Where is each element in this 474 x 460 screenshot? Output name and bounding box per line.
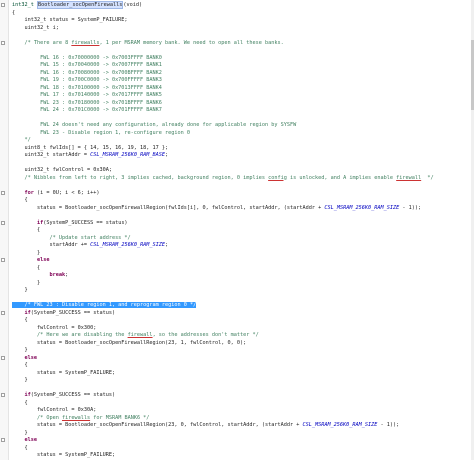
code-token: FWL 18 : 0x70100000 -> 0x7013FFFF BANK4	[12, 84, 162, 91]
code-token: status = Bootloader_socOpenFirewallRegio…	[12, 422, 303, 428]
code-token: }	[12, 287, 28, 293]
code-token: /* There are 8	[12, 39, 72, 46]
code-token: else	[12, 257, 50, 263]
code-token: (SystemP_SUCCESS == status)	[43, 219, 128, 226]
fold-toggle-icon[interactable]	[1, 355, 5, 360]
code-token: ;	[165, 242, 169, 248]
code-token: (i = 0U; i < 6; i++)	[33, 189, 100, 196]
code-token: uint32_t startAddr =	[12, 152, 91, 158]
code-token: uint32_t i;	[12, 24, 59, 31]
code-token: FWL 15 : 0x70040000 -> 0x7007FFFF BANK1	[12, 62, 162, 68]
code-token: FWL 16 : 0x70080000 -> 0x700BFFFF BANK2	[12, 69, 162, 76]
code-token: FWL 17 : 0x70140000 -> 0x7017FFFF BANK5	[12, 92, 162, 98]
code-token: for MSRAM BANK6 */	[90, 414, 150, 421]
code-token: - 1));	[377, 422, 400, 428]
code-token: uint32_t fwlControl = 0x30A;	[12, 167, 112, 173]
code-token: firewall	[396, 174, 422, 181]
code-token: int32_t status = SystemP_FAILURE;	[12, 17, 128, 23]
code-token: (SystemP_SUCCESS == status)	[30, 392, 116, 398]
code-token: , so the addresses don't matter */	[152, 332, 259, 338]
code-token: FWL 24 : 0x701C0000 -> 0x701FFFFF BANK7	[12, 107, 162, 113]
code-token: for	[12, 189, 34, 196]
code-token: FWL 23 : 0x70180000 -> 0x701BFFFF BANK6	[12, 99, 162, 106]
fold-toggle-icon[interactable]	[1, 190, 5, 195]
code-token: }	[12, 279, 41, 286]
code-token: firewalls	[71, 39, 100, 46]
code-token: {	[12, 362, 28, 368]
code-token: config	[268, 174, 287, 181]
code-token: CSL_MSRAM_256K0_RAM_BASE	[90, 152, 166, 158]
code-token: else	[12, 437, 37, 443]
code-token: is unlocked, and A implies enable	[286, 174, 397, 181]
code-token: (SystemP_SUCCESS == status)	[30, 309, 116, 316]
code-token: else	[12, 354, 37, 361]
code-token: }	[12, 347, 28, 353]
code-token: (void)	[123, 2, 143, 8]
code-token: /* Open	[12, 414, 62, 421]
fold-toggle-icon[interactable]	[1, 310, 5, 315]
code-token: CSL_MSRAM_256K0_RAM_SIZE	[90, 242, 166, 248]
code-token: break	[12, 272, 66, 278]
code-token: fwlControl = 0x30A;	[12, 407, 97, 413]
code-token: firewall	[127, 332, 153, 338]
code-token: FWL 16 : 0x70000000 -> 0x7003FFFF BANK0	[12, 54, 162, 61]
code-token: status = Bootloader_socOpenFirewallRegio…	[12, 339, 247, 346]
code-line[interactable]: status = SystemP_FAILURE;	[12, 451, 470, 460]
code-token: - 1));	[399, 204, 422, 211]
code-token: startAddr +=	[12, 242, 91, 248]
code-token: uint8_t fwlIds[] = { 14, 15, 16, 19, 18,…	[12, 144, 169, 151]
code-token: /* Update start address */	[12, 234, 131, 241]
code-token: if	[12, 392, 31, 398]
code-token: {	[12, 9, 16, 16]
code-token: int32_t	[12, 2, 37, 8]
fold-toggle-icon[interactable]	[1, 393, 5, 397]
code-token: fwlControl = 0x300;	[12, 324, 97, 331]
code-token: ;	[165, 152, 169, 158]
code-token: */	[421, 174, 434, 181]
code-token: status = SystemP_FAILURE;	[12, 369, 116, 376]
code-token: /* Nibbles from left to right, 3 implies…	[12, 174, 269, 181]
code-token: {	[12, 197, 28, 203]
code-token: CSL_MSRAM_256K0_RAM_SIZE	[302, 422, 378, 428]
code-token: /* FWL 23 : Disable region 1, and reprog…	[12, 302, 197, 308]
fold-toggle-icon[interactable]	[1, 438, 5, 442]
code-editor[interactable]: int32_t Bootloader_socOpenFirewalls(void…	[0, 0, 474, 460]
code-token: FWL 24 doesn't need any configuration, a…	[12, 122, 297, 128]
code-token: FWL 23 - Disable region 1, re-configure …	[12, 129, 191, 136]
code-token: }	[12, 377, 28, 383]
code-token: }	[12, 429, 28, 436]
code-token: */	[12, 137, 31, 143]
code-token: if	[12, 219, 44, 226]
code-token: {	[12, 317, 28, 323]
code-token: {	[12, 444, 28, 451]
fold-toggle-icon[interactable]	[1, 40, 5, 45]
code-token: ;	[65, 272, 69, 278]
code-token: }	[12, 249, 41, 256]
code-token: firewalls	[61, 414, 91, 421]
code-token: status = Bootloader_socOpenFirewallRegio…	[12, 204, 325, 211]
editor-gutter[interactable]	[0, 0, 9, 460]
code-token: , 1 per MSRAM memory bank. We need to op…	[99, 39, 284, 46]
code-token: {	[12, 264, 41, 271]
fold-toggle-icon[interactable]	[1, 258, 5, 262]
code-token: {	[12, 399, 28, 406]
code-token: status = SystemP_FAILURE;	[12, 452, 116, 458]
fold-toggle-icon[interactable]	[1, 220, 5, 225]
code-token: /* Here we are disabling the	[12, 332, 128, 338]
fold-toggle-icon[interactable]	[1, 3, 5, 7]
code-token: FWL 19 : 0x700C0000 -> 0x700FFFFF BANK3	[12, 77, 162, 83]
code-token: {	[12, 227, 41, 233]
code-token: CSL_MSRAM_256K0_RAM_SIZE	[324, 204, 400, 211]
code-token: if	[12, 309, 31, 316]
